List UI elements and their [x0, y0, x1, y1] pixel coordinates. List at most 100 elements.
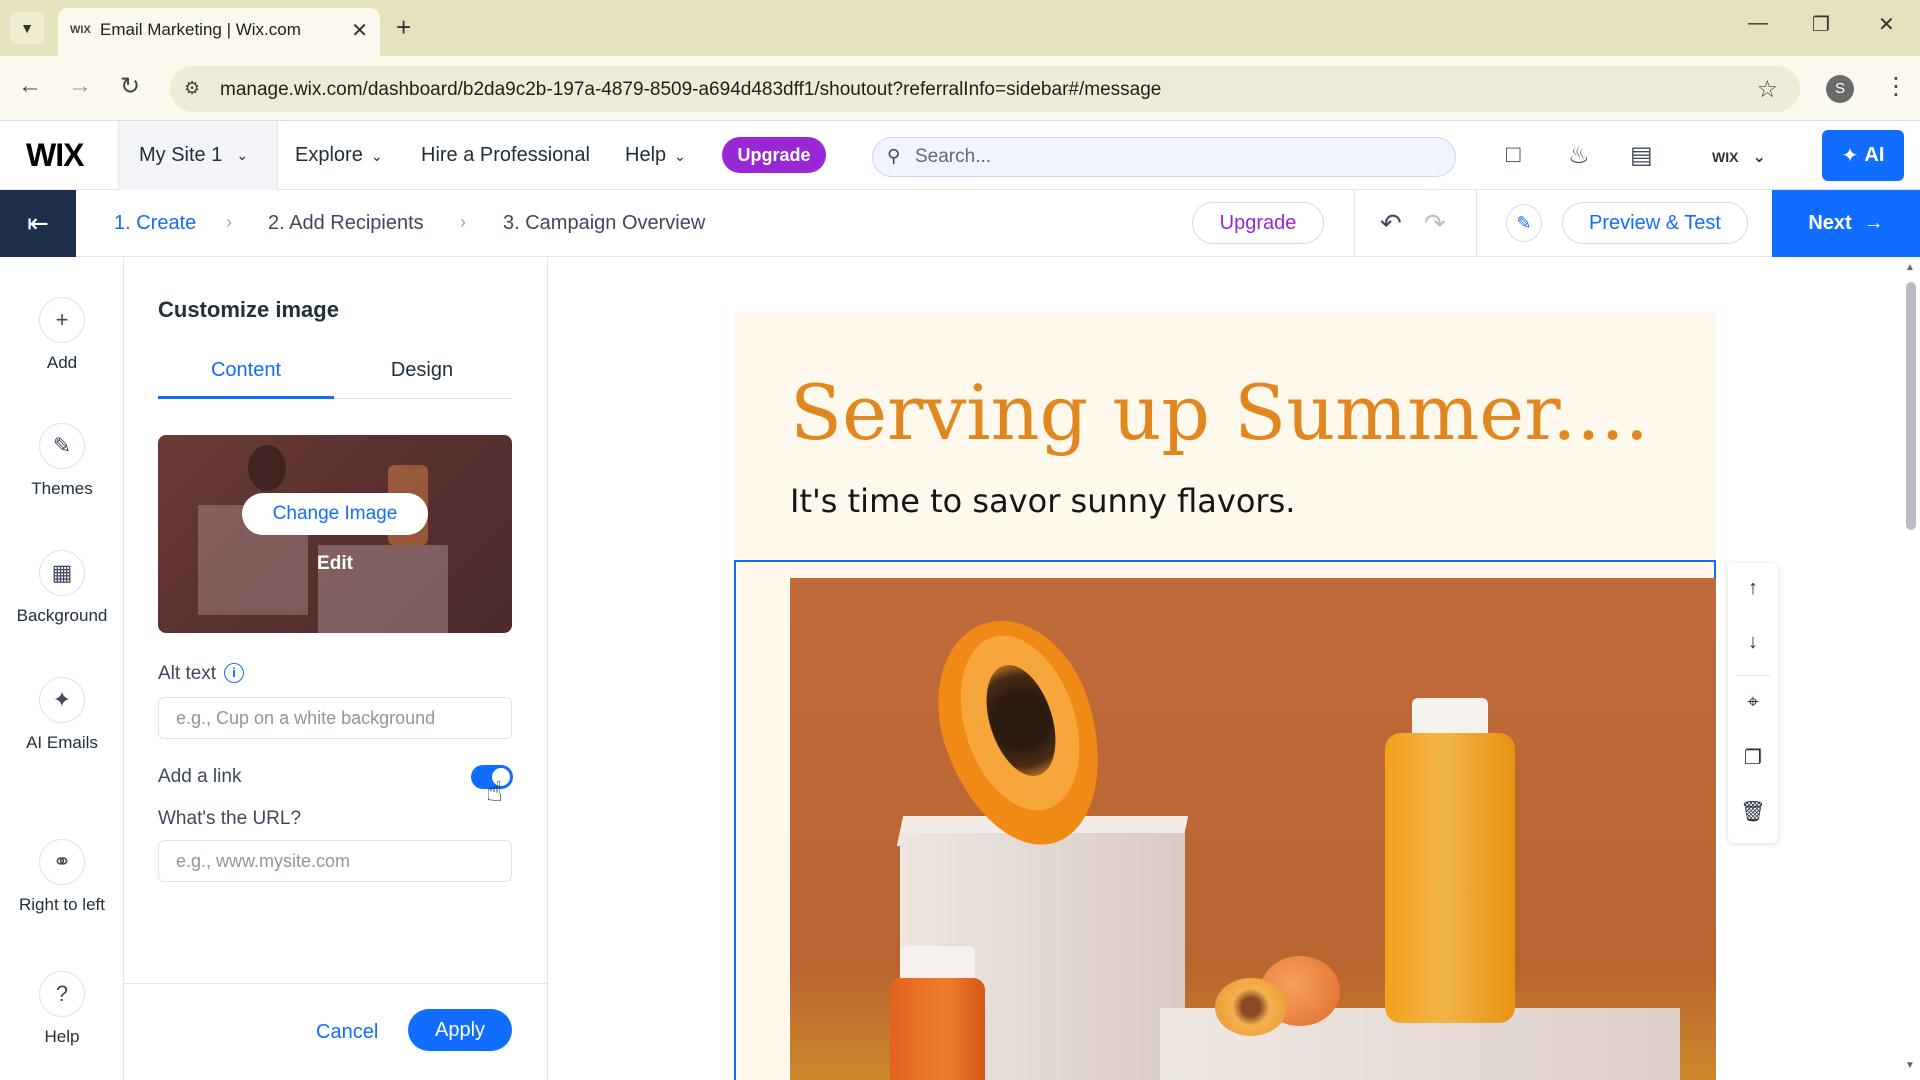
rail-item-themes[interactable]: ✎ Themes [0, 423, 124, 499]
rail-item-label: AI Emails [26, 733, 98, 752]
site-settings-icon[interactable]: ⚙ [184, 78, 200, 99]
photo-shape [890, 978, 985, 1080]
ai-label: AI [1864, 144, 1885, 166]
photo-shape [1385, 733, 1515, 1023]
scroll-down-icon[interactable]: ▼ [1905, 1060, 1915, 1071]
move-down-icon[interactable]: ↓ [1728, 631, 1778, 654]
sparkle-icon: ✦ [39, 677, 85, 723]
bookmark-star-icon[interactable]: ☆ [1756, 75, 1778, 104]
email-subhead[interactable]: It's time to savor sunny flavors. [790, 482, 1295, 520]
exit-editor-button[interactable]: ⇤ [0, 190, 76, 257]
site-selector[interactable]: My Site 1 ⌄ [118, 121, 278, 190]
reload-icon[interactable]: ↻ [120, 72, 140, 101]
help-menu[interactable]: Help ⌄ [625, 144, 686, 167]
preview-test-button[interactable]: Preview & Test [1562, 202, 1748, 244]
rail-item-add[interactable]: + Add [0, 297, 124, 373]
tab-content[interactable]: Content [158, 359, 334, 382]
upgrade-outline-button[interactable]: Upgrade [1192, 202, 1324, 244]
panel-footer-divider [124, 983, 548, 984]
panel-title: Customize image [158, 297, 339, 322]
sparkle-icon: ✦ [1841, 145, 1859, 167]
globe-icon: ⚭ [39, 839, 85, 885]
wix-favicon-icon: WIX [70, 24, 91, 36]
account-logo: WIX [1712, 149, 1739, 165]
step-add-recipients[interactable]: 2. Add Recipients [268, 212, 424, 235]
undo-icon[interactable]: ↶ [1380, 208, 1402, 239]
info-icon[interactable]: i [224, 663, 245, 683]
rail-item-ai-emails[interactable]: ✦ AI Emails [0, 677, 124, 753]
chat-icon[interactable]: □ [1506, 141, 1521, 169]
explore-menu[interactable]: Explore ⌄ [295, 144, 383, 167]
email-headline[interactable]: Serving up Summer.... [790, 368, 1649, 457]
wix-top-bar: WIX My Site 1 ⌄ Explore ⌄ Hire a Professi… [0, 121, 1920, 190]
block-actions-toolbar: ↑ ↓ ⌖ ❐ 🗑 [1728, 563, 1778, 843]
minimize-icon[interactable]: — [1748, 12, 1768, 35]
change-image-button[interactable]: Change Image [242, 493, 428, 535]
crop-icon[interactable]: ⌖ [1728, 691, 1778, 714]
close-window-icon[interactable]: ✕ [1878, 12, 1895, 37]
divider [1736, 675, 1770, 676]
browser-menu-icon[interactable]: ⋮ [1884, 72, 1908, 101]
next-label: Next [1808, 212, 1852, 234]
browser-address-bar: ← → ↻ ⚙ manage.wix.com/dashboard/b2da9c2… [0, 56, 1920, 121]
step-create[interactable]: 1. Create [114, 212, 196, 235]
rail-item-label: Background [16, 606, 108, 625]
tab-list-button[interactable]: ▼ [10, 12, 44, 44]
editor-step-bar: ⇤ 1. Create › 2. Add Recipients › 3. Cam… [0, 190, 1920, 257]
photo-shape [1215, 978, 1287, 1036]
upgrade-button[interactable]: Upgrade [722, 137, 826, 173]
chevron-right-icon: › [226, 212, 232, 232]
hand-cursor-icon: ☝ [486, 776, 504, 807]
exit-icon: ⇤ [27, 208, 49, 238]
scroll-up-icon[interactable]: ▲ [1905, 262, 1915, 273]
url-field[interactable]: ⚙ manage.wix.com/dashboard/b2da9c2b-197a… [170, 66, 1800, 112]
step-campaign-overview[interactable]: 3. Campaign Overview [503, 212, 705, 235]
alt-text-label-text: Alt text [158, 663, 217, 684]
chevron-down-icon: ⌄ [236, 147, 249, 163]
rail-item-right-to-left[interactable]: ⚭ Right to left [0, 839, 124, 915]
chevron-down-icon: ⌄ [370, 148, 383, 164]
rail-item-label: Help [44, 1027, 80, 1046]
url-input[interactable] [158, 840, 512, 882]
restore-icon[interactable]: ❐ [1812, 12, 1830, 37]
divider [1354, 190, 1355, 257]
explore-label: Explore [295, 144, 363, 166]
edit-image-button[interactable]: Edit [158, 553, 512, 575]
ai-button[interactable]: ✦ AI [1822, 130, 1904, 181]
account-menu[interactable]: WIX ⌄ [1712, 147, 1766, 167]
url-text: manage.wix.com/dashboard/b2da9c2b-197a-4… [220, 79, 1162, 100]
newsfeed-icon[interactable]: ▤ [1630, 141, 1653, 170]
forward-icon[interactable]: → [68, 72, 92, 100]
new-tab-icon[interactable]: + [396, 12, 411, 43]
chevron-down-icon: ⌄ [1752, 149, 1766, 166]
move-up-icon[interactable]: ↑ [1728, 577, 1778, 600]
divider [1476, 190, 1477, 257]
alt-text-input[interactable] [158, 697, 512, 739]
photo-shape [900, 946, 975, 982]
duplicate-icon[interactable]: ❐ [1728, 745, 1778, 770]
search-box[interactable]: ⚲ [872, 137, 1456, 177]
url-label: What's the URL? [158, 808, 302, 829]
hire-professional-link[interactable]: Hire a Professional [421, 144, 590, 167]
save-draft-icon[interactable]: ✎ [1506, 204, 1542, 242]
rail-item-help[interactable]: ? Help [0, 971, 124, 1047]
scrollbar-thumb[interactable] [1906, 282, 1916, 530]
bell-icon[interactable]: ♨ [1568, 141, 1590, 170]
tab-design[interactable]: Design [334, 359, 510, 382]
next-button[interactable]: Next → [1772, 190, 1920, 257]
browser-tab-active[interactable]: WIX Email Marketing | Wix.com ✕ [58, 8, 380, 56]
image-thumbnail: Change Image Edit [158, 435, 512, 633]
apply-button[interactable]: Apply [408, 1009, 512, 1051]
chevron-down-icon: ▼ [20, 20, 34, 36]
profile-avatar[interactable]: S [1826, 75, 1854, 103]
trash-icon[interactable]: 🗑 [1728, 799, 1778, 824]
selected-image-block[interactable] [734, 560, 1716, 1080]
browser-tab-bar: ▼ WIX Email Marketing | Wix.com ✕ + — ❐ … [0, 0, 1920, 56]
cancel-button[interactable]: Cancel [316, 1021, 378, 1044]
search-input[interactable] [915, 142, 1435, 172]
back-icon[interactable]: ← [18, 72, 42, 100]
close-tab-icon[interactable]: ✕ [351, 18, 368, 43]
rail-item-background[interactable]: ▦ Background [0, 550, 124, 626]
wix-logo[interactable]: WIX [26, 137, 84, 174]
redo-icon[interactable]: ↷ [1424, 208, 1446, 239]
